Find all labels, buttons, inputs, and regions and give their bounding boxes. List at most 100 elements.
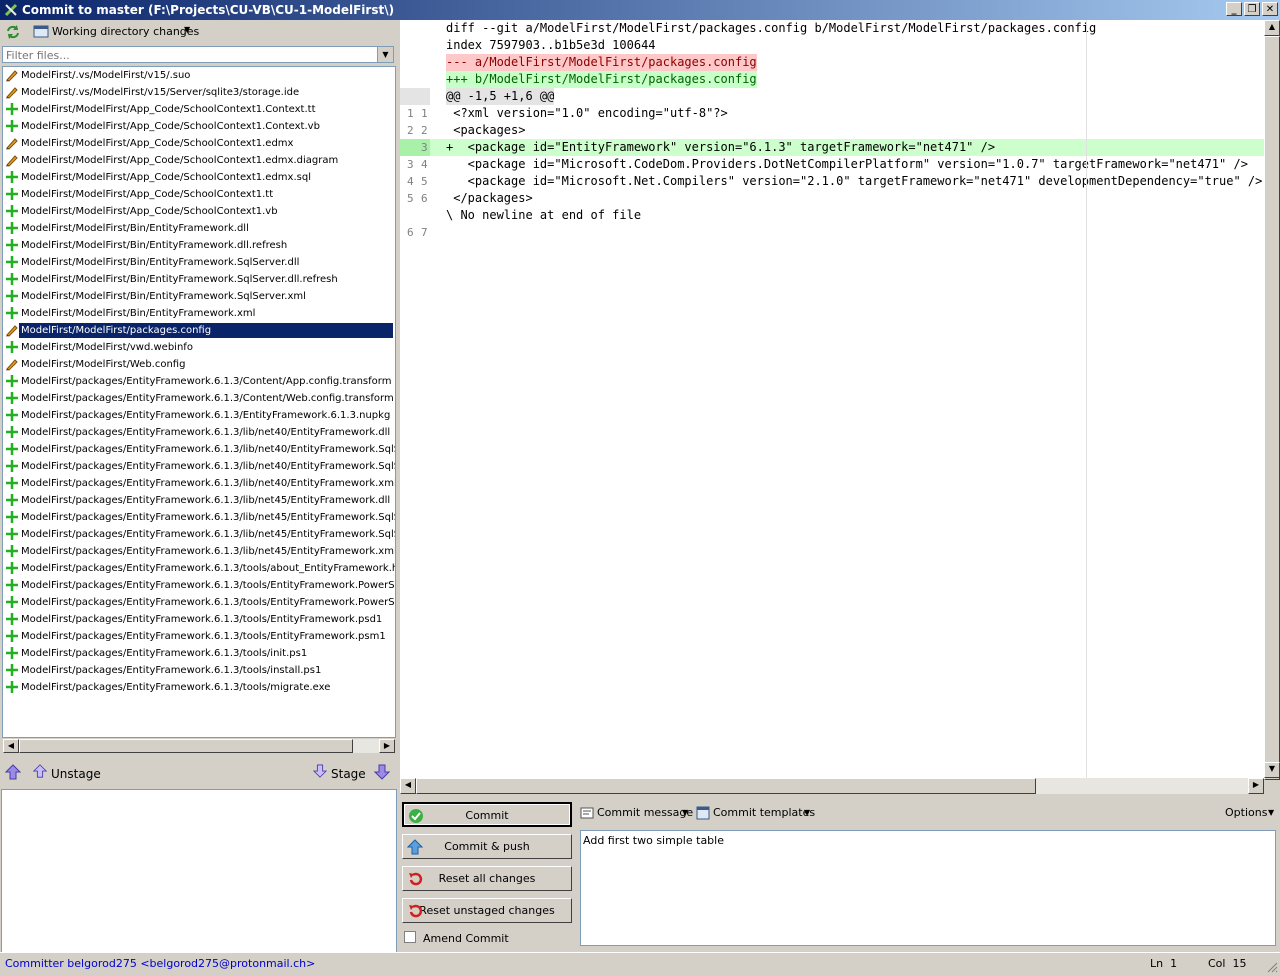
file-list-item[interactable]: ModelFirst/ModelFirst/Bin/EntityFramewor… <box>3 288 395 305</box>
amend-checkbox-box[interactable] <box>404 931 416 943</box>
diff-vscroll-thumb[interactable] <box>1264 36 1280 780</box>
file-path: ModelFirst/ModelFirst/App_Code/SchoolCon… <box>21 189 274 200</box>
file-list-item[interactable]: ModelFirst/ModelFirst/App_Code/SchoolCon… <box>3 152 395 169</box>
file-path: ModelFirst/ModelFirst/App_Code/SchoolCon… <box>21 155 339 166</box>
file-list-item[interactable]: ModelFirst/ModelFirst/Web.config <box>3 356 395 373</box>
modified-file-icon <box>6 155 18 167</box>
scroll-up-icon[interactable]: ▲ <box>1264 20 1280 36</box>
minimize-button[interactable]: _ <box>1226 2 1242 16</box>
file-list-item[interactable]: ModelFirst/ModelFirst/App_Code/SchoolCon… <box>3 169 395 186</box>
commit-push-button[interactable]: Commit & push <box>402 834 572 859</box>
file-list-item[interactable]: ModelFirst/.vs/ModelFirst/v15/Server/sql… <box>3 84 395 101</box>
file-list-item[interactable]: ModelFirst/packages/EntityFramework.6.1.… <box>3 390 395 407</box>
file-list-item[interactable]: ModelFirst/packages/EntityFramework.6.1.… <box>3 611 395 628</box>
stage-button[interactable]: Stage <box>331 767 366 781</box>
file-path: ModelFirst/ModelFirst/Web.config <box>21 359 186 370</box>
diff-hscroll-thumb[interactable] <box>416 778 1036 794</box>
file-list-item[interactable]: ModelFirst/.vs/ModelFirst/v15/.suo <box>3 67 395 84</box>
commit-message-menu[interactable]: Commit message <box>597 806 693 819</box>
diff-vscrollbar[interactable]: ▲ ▼ <box>1264 20 1280 780</box>
scroll-thumb[interactable] <box>19 739 353 753</box>
file-list-item[interactable]: ModelFirst/ModelFirst/Bin/EntityFramewor… <box>3 237 395 254</box>
file-list-item[interactable]: ModelFirst/packages/EntityFramework.6.1.… <box>3 509 395 526</box>
file-list-item[interactable]: ModelFirst/packages/EntityFramework.6.1.… <box>3 577 395 594</box>
file-list-item[interactable]: ModelFirst/packages/EntityFramework.6.1.… <box>3 424 395 441</box>
stage-all-icon[interactable] <box>374 764 390 780</box>
file-list-item[interactable]: ModelFirst/packages/EntityFramework.6.1.… <box>3 526 395 543</box>
reset-icon <box>409 872 423 886</box>
commit-templates-icon <box>696 806 710 820</box>
file-list-item[interactable]: ModelFirst/ModelFirst/Bin/EntityFramewor… <box>3 305 395 322</box>
unstage-button[interactable]: Unstage <box>51 767 101 781</box>
commit-message-toolbar: Commit message ▼ Commit templates ▼ Opti… <box>576 802 1280 824</box>
diff-scroll-left-icon[interactable]: ◀ <box>400 778 416 794</box>
file-list-item[interactable]: ModelFirst/packages/EntityFramework.6.1.… <box>3 492 395 509</box>
new-line-number: 6 <box>421 192 428 205</box>
scroll-right-icon[interactable]: ▶ <box>379 739 395 753</box>
staged-file-list[interactable] <box>1 789 397 967</box>
modified-file-icon <box>6 70 18 82</box>
commit-button[interactable]: Commit <box>402 802 572 827</box>
file-list-item[interactable]: ModelFirst/packages/EntityFramework.6.1.… <box>3 543 395 560</box>
diff-line-text: <package id="Microsoft.CodeDom.Providers… <box>446 157 1248 171</box>
file-list-item[interactable]: ModelFirst/ModelFirst/App_Code/SchoolCon… <box>3 118 395 135</box>
reset-all-button[interactable]: Reset all changes <box>402 866 572 891</box>
file-list-item[interactable]: ModelFirst/packages/EntityFramework.6.1.… <box>3 679 395 696</box>
unstage-all-icon[interactable] <box>5 764 21 780</box>
diff-scroll-right-icon[interactable]: ▶ <box>1248 778 1264 794</box>
added-file-icon <box>6 341 18 353</box>
filter-files-input[interactable] <box>3 47 381 64</box>
restore-button[interactable]: ❐ <box>1244 2 1260 16</box>
options-arrow-icon[interactable]: ▼ <box>1268 808 1274 817</box>
commit-templates-menu[interactable]: Commit templates <box>713 806 815 819</box>
diff-line-text: + <package id="EntityFramework" version=… <box>446 140 996 154</box>
column-guide <box>1086 20 1087 778</box>
filter-dropdown-icon[interactable]: ▼ <box>377 47 393 62</box>
amend-commit-label[interactable]: Amend Commit <box>423 932 509 945</box>
view-selector-label[interactable]: Working directory changes <box>52 25 199 38</box>
file-list-item[interactable]: ModelFirst/ModelFirst/App_Code/SchoolCon… <box>3 135 395 152</box>
refresh-icon[interactable] <box>4 23 22 41</box>
file-list-item[interactable]: ModelFirst/ModelFirst/App_Code/SchoolCon… <box>3 101 395 118</box>
scroll-down-icon[interactable]: ▼ <box>1264 762 1280 778</box>
reset-unstaged-button[interactable]: Reset unstaged changes <box>402 898 572 923</box>
stage-icon[interactable] <box>313 764 327 778</box>
file-list-item[interactable]: ModelFirst/ModelFirst/Bin/EntityFramewor… <box>3 220 395 237</box>
diff-line-text: \ No newline at end of file <box>446 208 642 222</box>
scroll-left-icon[interactable]: ◀ <box>3 739 19 753</box>
commit-message-input[interactable]: Add first two simple table <box>580 830 1276 946</box>
commit-check-icon <box>409 809 423 823</box>
diff-hscrollbar[interactable]: ◀ ▶ <box>400 778 1264 794</box>
file-list-item[interactable]: ModelFirst/packages/EntityFramework.6.1.… <box>3 560 395 577</box>
commit-message-arrow-icon[interactable]: ▼ <box>682 808 688 817</box>
file-list-item[interactable]: ModelFirst/packages/EntityFramework.6.1.… <box>3 628 395 645</box>
file-list-item[interactable]: ModelFirst/packages/EntityFramework.6.1.… <box>3 645 395 662</box>
file-list-item[interactable]: ModelFirst/packages/EntityFramework.6.1.… <box>3 373 395 390</box>
file-list-item[interactable]: ModelFirst/ModelFirst/vwd.webinfo <box>3 339 395 356</box>
added-file-icon <box>6 630 18 642</box>
commit-message-icon <box>580 807 594 819</box>
resize-grip-icon[interactable] <box>1266 961 1278 973</box>
file-list-item[interactable]: ModelFirst/packages/EntityFramework.6.1.… <box>3 475 395 492</box>
file-list-item[interactable]: ModelFirst/packages/EntityFramework.6.1.… <box>3 441 395 458</box>
commit-templates-arrow-icon[interactable]: ▼ <box>804 808 810 817</box>
added-file-icon <box>6 273 18 285</box>
new-line-number: 4 <box>421 158 428 171</box>
committer-link[interactable]: Committer belgorod275 <belgorod275@proto… <box>5 957 315 970</box>
file-list-item[interactable]: ModelFirst/ModelFirst/App_Code/SchoolCon… <box>3 203 395 220</box>
file-list-hscrollbar[interactable]: ◀ ▶ <box>2 738 396 754</box>
options-menu[interactable]: Options <box>1225 806 1267 819</box>
file-list-item[interactable]: ModelFirst/ModelFirst/App_Code/SchoolCon… <box>3 186 395 203</box>
close-button[interactable]: ✕ <box>1262 2 1278 16</box>
file-list-item[interactable]: ModelFirst/packages/EntityFramework.6.1.… <box>3 458 395 475</box>
file-list-item[interactable]: ModelFirst/packages/EntityFramework.6.1.… <box>3 594 395 611</box>
dropdown-arrow-icon[interactable]: ▼ <box>184 25 190 34</box>
unstage-icon[interactable] <box>33 764 47 778</box>
file-list-item[interactable]: ModelFirst/packages/EntityFramework.6.1.… <box>3 662 395 679</box>
diff-line: index 7597903..b1b5e3d 100644 <box>400 37 1264 54</box>
file-list-item[interactable]: ModelFirst/ModelFirst/Bin/EntityFramewor… <box>3 271 395 288</box>
diff-viewer[interactable]: diff --git a/ModelFirst/ModelFirst/packa… <box>400 20 1264 778</box>
file-list-item[interactable]: ModelFirst/ModelFirst/packages.config <box>3 322 395 339</box>
file-list-item[interactable]: ModelFirst/packages/EntityFramework.6.1.… <box>3 407 395 424</box>
file-list-item[interactable]: ModelFirst/ModelFirst/Bin/EntityFramewor… <box>3 254 395 271</box>
